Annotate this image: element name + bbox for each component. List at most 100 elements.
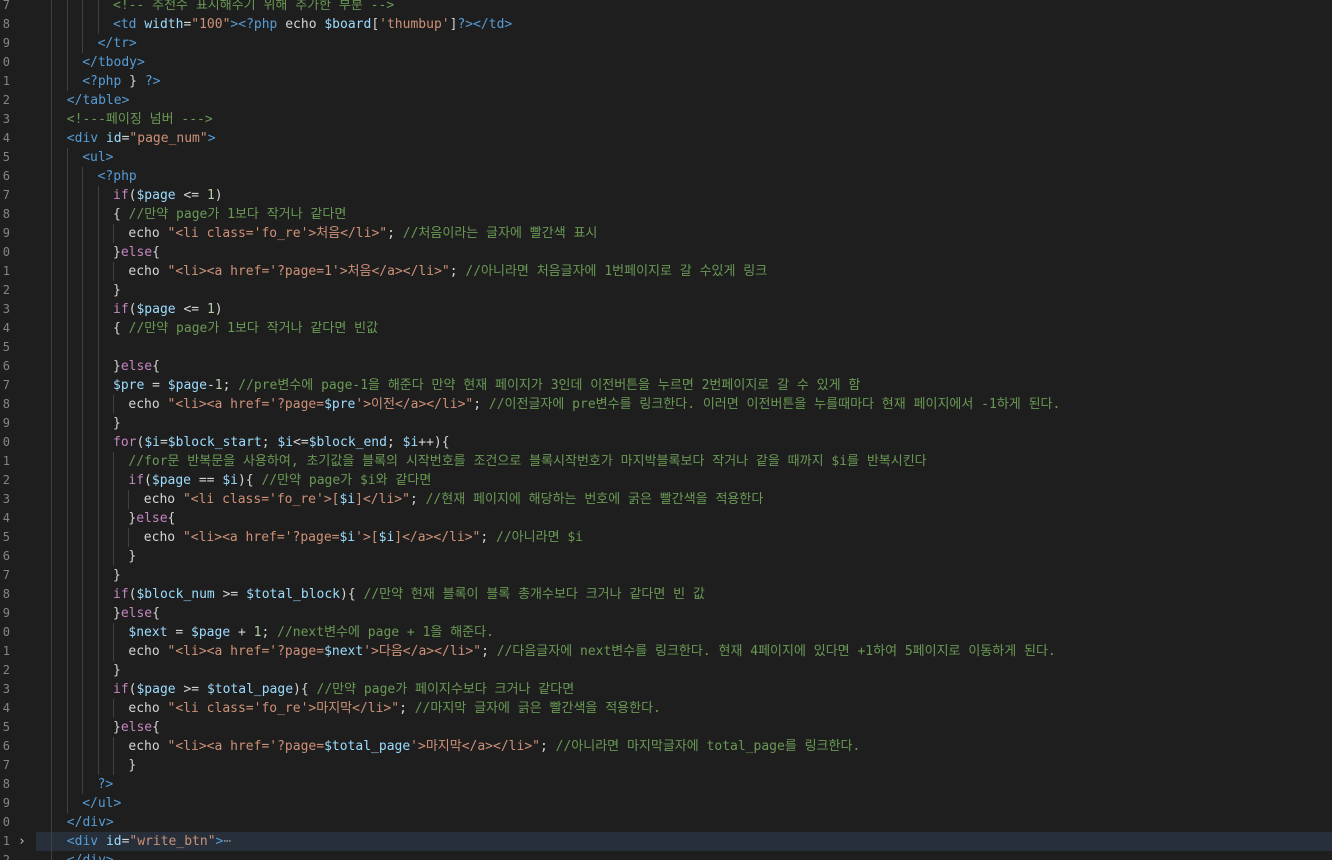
- indent-guide: [51, 566, 53, 585]
- code-text: </div>: [67, 851, 114, 860]
- indent-guide: [97, 642, 99, 661]
- code-line: if($block_num >= $total_block){ //만약 현재 …: [36, 585, 1332, 604]
- line-number: 9: [2, 416, 10, 430]
- indent-guide: [51, 471, 53, 490]
- indent-guide: [51, 832, 53, 851]
- indent-guide: [51, 699, 53, 718]
- indent-guide: [66, 794, 68, 813]
- indent-guide: [82, 699, 84, 718]
- indent-guide: [97, 566, 99, 585]
- indent-guide: [51, 452, 53, 471]
- indent-guide: [82, 243, 84, 262]
- token-plain: }: [113, 416, 121, 431]
- line-number: 8: [2, 397, 10, 411]
- token-tag: </div>: [66, 815, 114, 830]
- indent-guide: [51, 34, 53, 53]
- token-plain: ){: [293, 682, 317, 697]
- token-plain: }: [113, 245, 121, 260]
- indent-guide: [51, 53, 53, 72]
- line-number: 6: [2, 739, 10, 753]
- indent-guide: [66, 300, 68, 319]
- indent-guide: [66, 357, 68, 376]
- indent-guide: [113, 471, 114, 490]
- token-str: "100": [191, 17, 231, 32]
- indent-guide: [51, 813, 53, 832]
- code-text: </div>: [67, 813, 114, 832]
- code-line: </tr>: [36, 34, 1332, 53]
- code-line: echo "<li><a href='?page=$pre'>이전</a></l…: [36, 395, 1332, 414]
- fold-chevron-icon[interactable]: ›: [18, 832, 30, 851]
- code-line: }: [36, 661, 1332, 680]
- code-area[interactable]: <!-- 추천수 표시해주기 위해 추가한 부분 --> <td width="1…: [36, 0, 1332, 860]
- indent-guide: [97, 357, 99, 376]
- indent-guide: [66, 509, 68, 528]
- token-var: $block_end: [308, 435, 387, 450]
- token-var: $board: [324, 17, 372, 32]
- code-line: <?php: [36, 167, 1332, 186]
- token-cmt: //만약 page가 1보다 작거나 같다면 빈값: [128, 321, 379, 336]
- token-kw: if: [113, 682, 129, 697]
- indent-guide: [66, 699, 68, 718]
- token-var: $page: [136, 302, 176, 317]
- indent-guide: [51, 224, 53, 243]
- indent-guide: [97, 281, 99, 300]
- code-text: if($page <= 1): [113, 186, 223, 205]
- indent-guide: [113, 642, 114, 661]
- code-text: if($page <= 1): [113, 300, 223, 319]
- code-line: }else{: [36, 604, 1332, 623]
- code-text: }: [128, 547, 136, 566]
- code-text: }: [128, 756, 136, 775]
- line-number: 4: [2, 131, 10, 145]
- token-var: $i: [144, 435, 160, 450]
- indent-guide: [97, 243, 99, 262]
- code-text: <!-- 추천수 표시해주기 위해 추가한 부분 -->: [113, 0, 394, 15]
- token-var: $i: [402, 435, 419, 450]
- line-number: 5: [2, 530, 10, 544]
- token-plain: {: [152, 245, 160, 260]
- token-cmt: //만약 page가 페이지수보다 크거나 같다면: [316, 682, 575, 697]
- indent-guide: [51, 490, 53, 509]
- token-var: $i: [378, 530, 395, 545]
- token-plain: echo: [128, 739, 168, 754]
- token-php: <?php: [82, 74, 130, 89]
- indent-guide: [82, 414, 84, 433]
- token-cmt: //만약 page가 1보다 작거나 같다면: [128, 207, 347, 222]
- code-text: echo "<li><a href='?page=$i'>[$i]</a></l…: [144, 528, 583, 547]
- indent-guide: [82, 34, 84, 53]
- indent-guide: [51, 414, 53, 433]
- token-plain: {: [152, 359, 160, 374]
- code-line: echo "<li><a href='?page=$i'>[$i]</a></l…: [36, 528, 1332, 547]
- token-kw: else: [120, 606, 153, 621]
- indent-guide: [66, 490, 68, 509]
- indent-guide: [66, 452, 68, 471]
- code-editor[interactable]: 7 8 9 0 1 2 3 4 5 6 7 8 9 0 1 2 3 4 5 6 7 8 9 0 1 2 3 4 5 6 7 8 9 0 1 2 3 4 5 6…: [0, 0, 1332, 860]
- indent-guide: [66, 642, 68, 661]
- indent-guide: [66, 72, 68, 91]
- indent-guide: [51, 319, 53, 338]
- indent-guide: [51, 15, 53, 34]
- token-cmt: //for문 반복문을 사용하여, 초기값을 블록의 시작번호를 조건으로 블록…: [128, 454, 927, 469]
- indent-guide: [66, 34, 68, 53]
- code-text: </ul>: [82, 794, 121, 813]
- token-plain: ;: [409, 492, 426, 507]
- token-php: ?>: [97, 777, 114, 792]
- indent-guide: [82, 547, 84, 566]
- code-text: if($page == $i){ //만약 page가 $i와 같다면: [128, 471, 431, 490]
- token-ell: ⋯: [223, 834, 232, 849]
- token-var: $total_page: [324, 739, 411, 754]
- indent-guide: [97, 395, 99, 414]
- indent-guide: [66, 148, 68, 167]
- code-text: }: [113, 661, 121, 680]
- token-plain: ;: [386, 435, 403, 450]
- token-attr: width: [144, 17, 184, 32]
- indent-guide: [66, 775, 68, 794]
- indent-guide: [97, 547, 99, 566]
- token-tag: </tr>: [97, 36, 137, 51]
- indent-guide: [113, 737, 114, 756]
- token-cmt: <!-- 추천수 표시해주기 위해 추가한 부분 -->: [113, 0, 395, 13]
- indent-guide: [113, 490, 114, 509]
- indent-guide: [51, 338, 53, 357]
- indent-guide: [82, 167, 84, 186]
- token-plain: ++){: [418, 435, 450, 450]
- indent-guide: [66, 186, 68, 205]
